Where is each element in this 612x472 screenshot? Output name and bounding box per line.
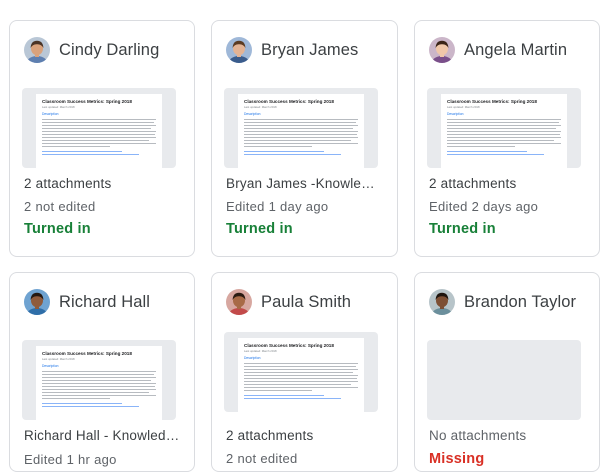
attachment-summary: 2 attachments <box>429 176 517 191</box>
student-avatar-icon <box>429 289 455 315</box>
student-avatar-icon <box>226 37 252 63</box>
edit-status: Edited 1 day ago <box>226 199 329 214</box>
student-submission-card[interactable]: Brandon Taylor No attachments Missing <box>414 272 600 472</box>
attachment-thumbnail[interactable]: Classroom Success Metrics: Spring 2018 La… <box>22 340 176 420</box>
student-submission-card[interactable]: Cindy Darling Classroom Success Metrics: … <box>9 20 195 257</box>
card-header: Richard Hall <box>24 288 150 316</box>
attachment-summary: Bryan James -Knowledg... <box>226 176 382 191</box>
attachment-thumbnail[interactable]: Classroom Success Metrics: Spring 2018 La… <box>427 88 581 168</box>
edit-status: Edited 2 days ago <box>429 199 539 214</box>
doc-section-heading: Description <box>42 112 59 116</box>
student-submission-card[interactable]: Bryan James Classroom Success Metrics: Sp… <box>211 20 398 257</box>
card-header: Angela Martin <box>429 36 567 64</box>
student-submission-card[interactable]: Paula Smith Classroom Success Metrics: Sp… <box>211 272 398 472</box>
status-label: Turned in <box>429 221 496 237</box>
student-avatar-icon <box>24 37 50 63</box>
attachment-summary: No attachments <box>429 428 527 443</box>
edit-status: 2 not edited <box>24 199 96 214</box>
student-name: Brandon Taylor <box>464 292 577 311</box>
student-name: Bryan James <box>261 40 359 59</box>
document-preview: Classroom Success Metrics: Spring 2018 La… <box>36 346 162 420</box>
attachment-summary: Richard Hall - Knowledg... <box>24 428 180 443</box>
student-name: Cindy Darling <box>59 40 160 59</box>
attachment-thumbnail[interactable]: Classroom Success Metrics: Spring 2018 La… <box>224 88 378 168</box>
doc-subtitle: Last updated: March 2018 <box>244 349 277 353</box>
card-header: Bryan James <box>226 36 358 64</box>
attachment-thumbnail[interactable]: Classroom Success Metrics: Spring 2018 La… <box>224 332 378 412</box>
status-label: Turned in <box>226 221 293 237</box>
attachment-summary: 2 attachments <box>24 176 112 191</box>
doc-section-heading: Description <box>447 112 464 116</box>
student-name: Paula Smith <box>261 292 352 311</box>
empty-thumbnail <box>427 340 581 420</box>
student-avatar-icon <box>24 289 50 315</box>
card-header: Paula Smith <box>226 288 351 316</box>
student-name: Richard Hall <box>59 292 151 311</box>
doc-subtitle: Last updated: March 2018 <box>42 357 75 361</box>
doc-section-heading: Description <box>244 356 261 360</box>
document-preview: Classroom Success Metrics: Spring 2018 La… <box>238 94 364 168</box>
document-preview: Classroom Success Metrics: Spring 2018 La… <box>441 94 567 168</box>
doc-section-heading: Description <box>244 112 261 116</box>
doc-subtitle: Last updated: March 2018 <box>447 105 480 109</box>
student-avatar-icon <box>429 37 455 63</box>
doc-section-heading: Description <box>42 364 59 368</box>
attachment-thumbnail[interactable]: Classroom Success Metrics: Spring 2018 La… <box>22 88 176 168</box>
doc-subtitle: Last updated: March 2018 <box>42 105 75 109</box>
edit-status: 2 not edited <box>226 451 298 466</box>
document-preview: Classroom Success Metrics: Spring 2018 La… <box>238 338 364 412</box>
document-preview: Classroom Success Metrics: Spring 2018 La… <box>36 94 162 168</box>
student-name: Angela Martin <box>464 40 568 59</box>
card-header: Cindy Darling <box>24 36 159 64</box>
student-submission-card[interactable]: Angela Martin Classroom Success Metrics: … <box>414 20 600 257</box>
status-label: Turned in <box>24 221 91 237</box>
doc-subtitle: Last updated: March 2018 <box>244 105 277 109</box>
attachment-summary: 2 attachments <box>226 428 314 443</box>
student-avatar-icon <box>226 289 252 315</box>
student-submission-card[interactable]: Richard Hall Classroom Success Metrics: S… <box>9 272 195 472</box>
card-header: Brandon Taylor <box>429 288 576 316</box>
